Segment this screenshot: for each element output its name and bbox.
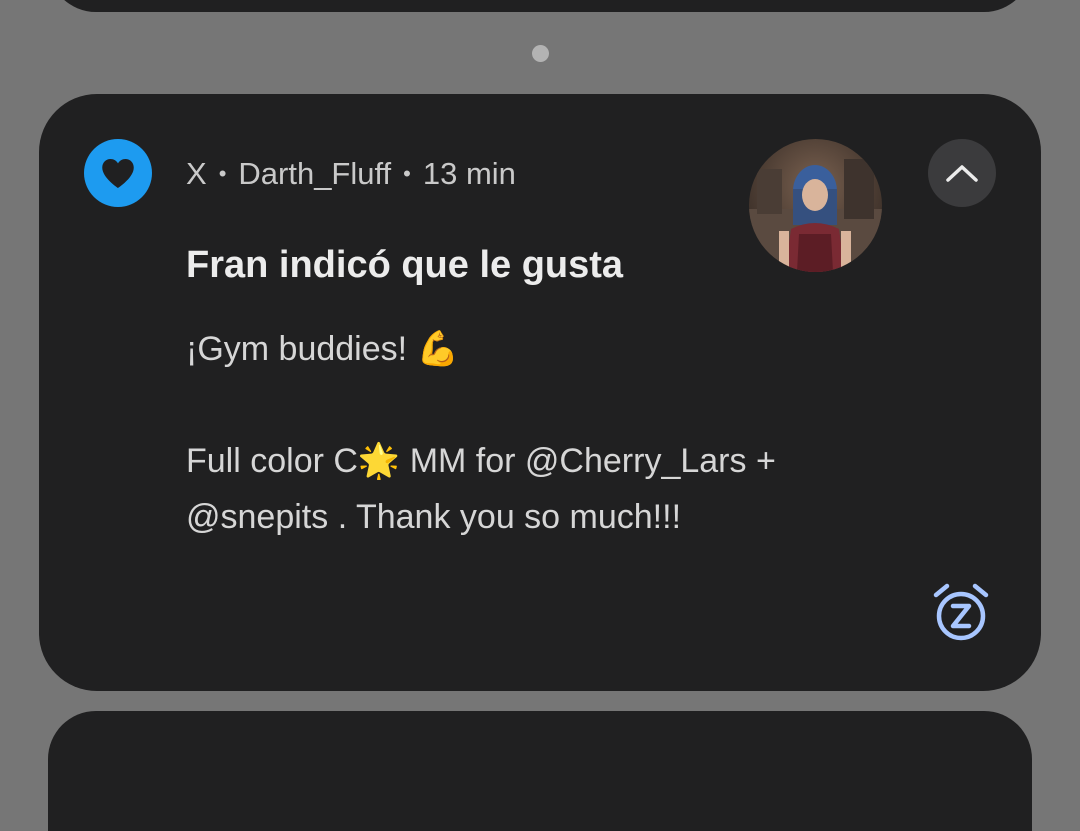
chevron-up-icon (946, 165, 978, 182)
header-separator: • (403, 161, 411, 186)
header-separator: • (218, 161, 227, 186)
account-name: Darth_Fluff (238, 156, 392, 191)
next-notification-card[interactable] (48, 711, 1032, 831)
notification-card[interactable]: X • Darth_Fluff • 13 min Fran indicó que… (39, 94, 1041, 691)
notification-time: 13 min (422, 156, 516, 191)
notification-header: X • Darth_Fluff • 13 min (186, 154, 516, 194)
page-indicator-dot (532, 45, 549, 62)
body-line: @snepits . Thank you so much!!! (186, 498, 682, 536)
app-icon (84, 139, 152, 207)
notification-title: Fran indicó que le gusta (186, 244, 624, 286)
avatar (749, 139, 882, 272)
heart-icon (102, 159, 134, 188)
snooze-button[interactable] (930, 581, 992, 643)
snooze-alarm-icon (933, 583, 989, 641)
notification-body: ¡Gym buddies! 💪 Full color C🌟 MM for @Ch… (186, 321, 906, 545)
body-line: Full color C🌟 MM for @Cherry_Lars + (186, 442, 776, 480)
previous-notification-card[interactable] (48, 0, 1032, 12)
body-line: ¡Gym buddies! 💪 (186, 330, 459, 368)
app-name: X (186, 156, 207, 191)
collapse-button[interactable] (928, 139, 996, 207)
